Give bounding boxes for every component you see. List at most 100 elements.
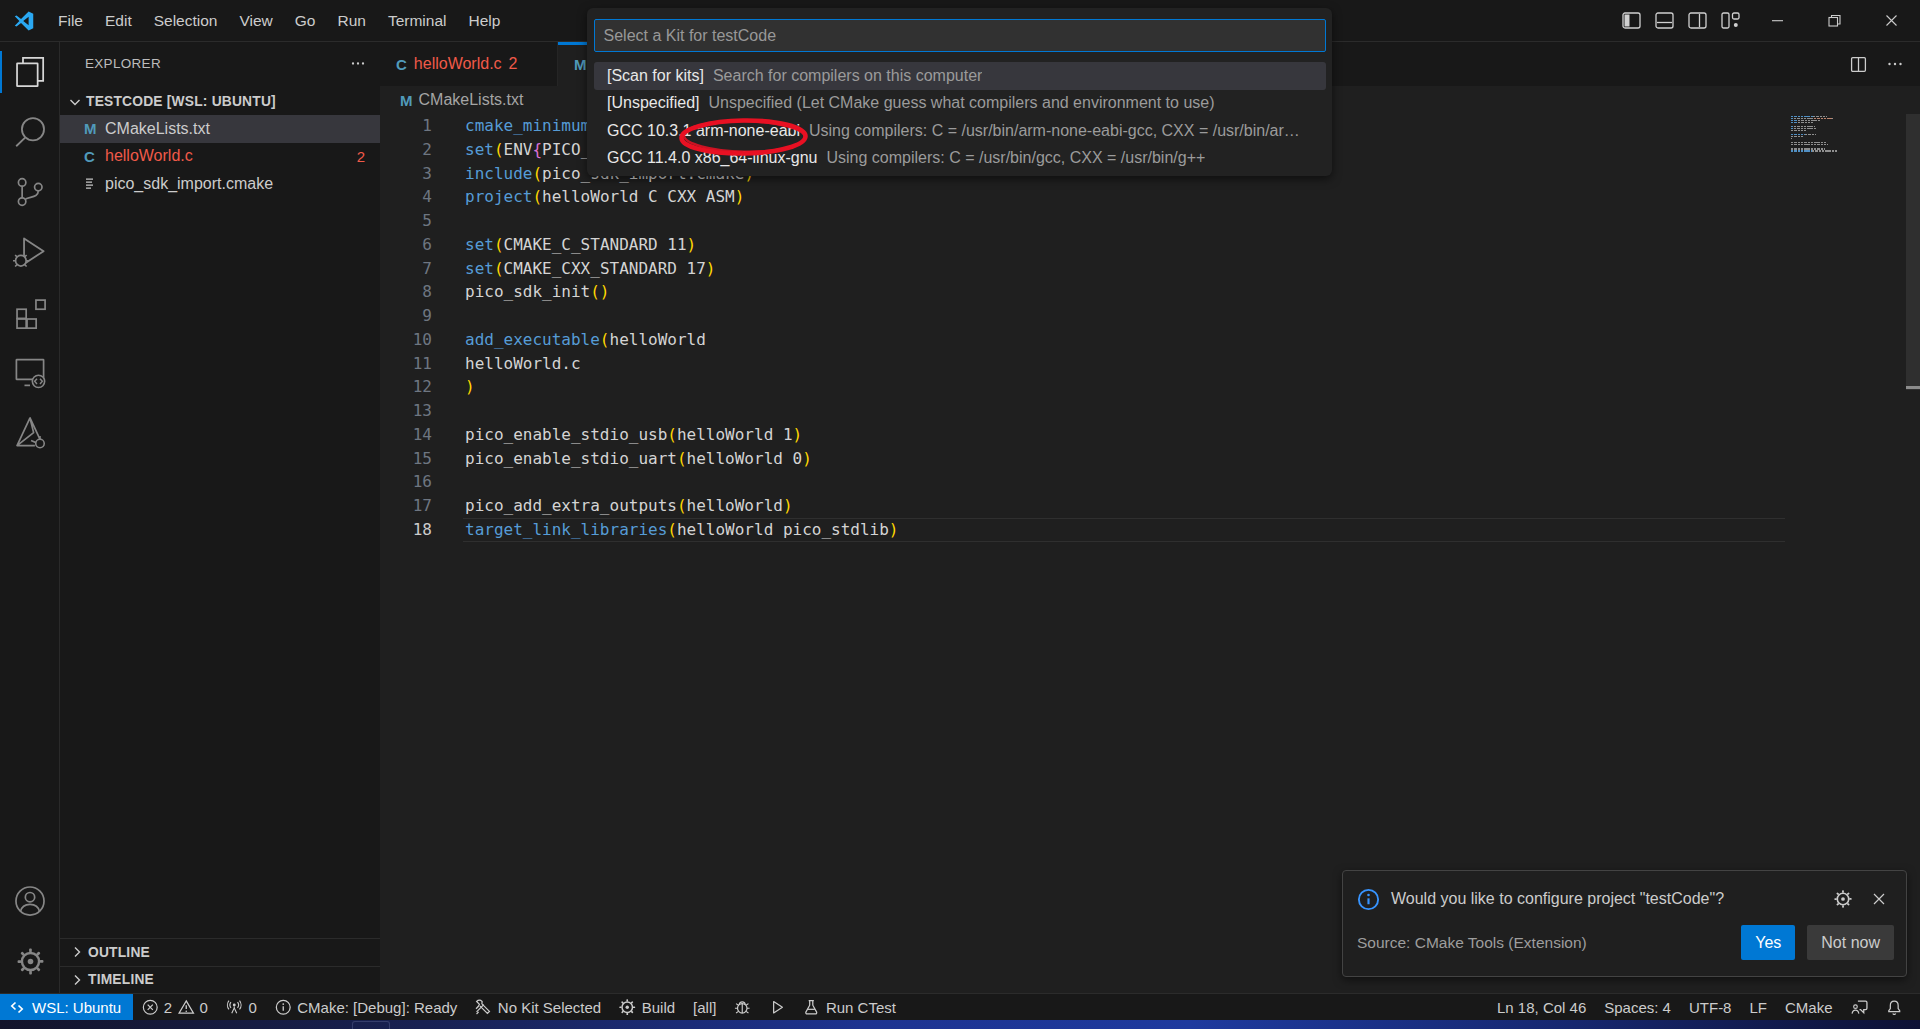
status-notifications[interactable]: [1877, 994, 1912, 1020]
activity-accounts[interactable]: [0, 871, 60, 931]
more-actions-icon[interactable]: [1887, 56, 1903, 72]
minimize-icon[interactable]: [1749, 0, 1806, 42]
quick-pick-item-description: Search for compilers on this computer: [713, 67, 982, 85]
menu-terminal[interactable]: Terminal: [377, 7, 458, 35]
menu-selection[interactable]: Selection: [143, 7, 229, 35]
file-lines-icon: [84, 176, 105, 192]
activity-source-control[interactable]: [0, 162, 60, 222]
activity-run-debug[interactable]: [0, 222, 60, 282]
line-number: 9: [380, 304, 432, 328]
search-icon: [13, 115, 47, 149]
quick-pick-item-label: [Scan for kits]: [607, 67, 704, 85]
bug-icon: [734, 999, 751, 1016]
code-line-5: 5: [380, 209, 1920, 233]
status-cmake-status[interactable]: CMake: [Debug]: Ready: [266, 994, 467, 1020]
toggle-secondary-sidebar-icon[interactable]: [1688, 12, 1707, 29]
pane-outline[interactable]: OUTLINE: [60, 938, 380, 966]
status-feedback[interactable]: [1842, 994, 1877, 1020]
status-kit[interactable]: No Kit Selected: [466, 994, 610, 1020]
problems-badge: 2: [357, 148, 365, 165]
sidebar-bottom-panes: OUTLINE TIMELINE: [60, 938, 380, 993]
activity-bar: [0, 42, 60, 993]
customize-layout-icon[interactable]: [1721, 12, 1740, 29]
file-item-helloWorld.c[interactable]: ChelloWorld.c2: [60, 143, 380, 171]
folder-section-header[interactable]: TESTCODE [WSL: UBUNTU]: [60, 88, 380, 115]
line-content: helloWorld.c: [465, 352, 581, 376]
quick-pick-item-3[interactable]: GCC 11.4.0 x86_64-linux-gnuUsing compile…: [594, 145, 1326, 173]
code-line-4: 4project(helloWorld C CXX ASM): [380, 185, 1920, 209]
status-language-mode[interactable]: CMake: [1776, 994, 1842, 1020]
notification-settings-icon[interactable]: [1834, 890, 1852, 908]
quick-pick-item-1[interactable]: [Unspecified]Unspecified (Let CMake gues…: [594, 90, 1326, 118]
status-debug-target[interactable]: [725, 994, 760, 1020]
yes-button[interactable]: Yes: [1741, 925, 1795, 960]
restore-icon[interactable]: [1806, 0, 1863, 42]
notification-close-icon[interactable]: [1871, 891, 1887, 907]
code-line-10: 10add_executable(helloWorld: [380, 328, 1920, 352]
toggle-panel-icon[interactable]: [1655, 12, 1674, 29]
line-number: 15: [380, 447, 432, 471]
minimap[interactable]: [1786, 114, 1906, 993]
activity-settings[interactable]: [0, 931, 60, 991]
file-item-CMakeLists.txt[interactable]: MCMakeLists.txt: [60, 115, 380, 143]
activity-explorer[interactable]: [0, 42, 60, 102]
tab-label: helloWorld.c: [414, 55, 502, 73]
toggle-sidebar-icon[interactable]: [1622, 12, 1641, 29]
status-indentation[interactable]: Spaces: 4: [1595, 994, 1680, 1020]
extensions-icon: [13, 295, 47, 329]
activity-cmake-tools[interactable]: [0, 402, 60, 462]
menu-go[interactable]: Go: [284, 7, 327, 35]
line-number: 2: [380, 138, 432, 162]
quick-pick-placeholder: Select a Kit for testCode: [604, 27, 777, 45]
activity-extensions[interactable]: [0, 282, 60, 342]
line-number: 12: [380, 375, 432, 399]
status-eol[interactable]: LF: [1740, 994, 1776, 1020]
menu-run[interactable]: Run: [326, 7, 376, 35]
file-item-pico_sdk_import.cmake[interactable]: pico_sdk_import.cmake: [60, 170, 380, 198]
line-number: 1: [380, 114, 432, 138]
status-build[interactable]: Build: [610, 994, 684, 1020]
quick-pick-item-2[interactable]: GCC 10.3.1 arm-none-eabiUsing compilers:…: [594, 117, 1326, 145]
tab-helloWorld.c[interactable]: ChelloWorld.c2: [380, 42, 558, 86]
menu-help[interactable]: Help: [458, 7, 512, 35]
quick-pick-widget: Select a Kit for testCode [Scan for kits…: [587, 8, 1332, 176]
status-build-target[interactable]: [all]: [684, 994, 725, 1020]
menu-file[interactable]: File: [47, 7, 94, 35]
file-type-icon: C: [84, 148, 105, 165]
editor-scrollbar[interactable]: [1906, 114, 1920, 390]
status-ports[interactable]: 0: [217, 994, 266, 1020]
status-count: 0: [200, 999, 208, 1016]
status-launch[interactable]: [760, 994, 795, 1020]
pane-label: OUTLINE: [88, 945, 150, 960]
vscode-logo-icon: [13, 10, 35, 32]
status-ctest[interactable]: Run CTest: [794, 994, 905, 1020]
status-problems[interactable]: 20: [133, 994, 217, 1020]
status-encoding[interactable]: UTF-8: [1680, 994, 1741, 1020]
chevron-right-icon: [66, 972, 88, 988]
line-content: add_executable(helloWorld: [465, 328, 706, 352]
code-line-6: 6set(CMAKE_C_STANDARD 11): [380, 233, 1920, 257]
activity-search[interactable]: [0, 102, 60, 162]
code-editor[interactable]: 1cmake_minimum2set(ENV{PICO_3include(pic…: [380, 114, 1920, 993]
sidebar-title: EXPLORER: [85, 56, 161, 71]
quick-pick-item-0[interactable]: [Scan for kits] Search for compilers on t…: [594, 62, 1326, 90]
activity-remote-explorer[interactable]: [0, 342, 60, 402]
line-content: pico_enable_stdio_uart(helloWorld 0): [465, 447, 812, 471]
overview-ruler-cursor-mark: [1906, 386, 1920, 389]
file-type-icon: M: [84, 120, 105, 137]
status-cursor-position[interactable]: Ln 18, Col 46: [1488, 994, 1595, 1020]
status-label: 0: [248, 999, 256, 1016]
close-icon[interactable]: [1863, 0, 1920, 42]
not-now-button[interactable]: Not now: [1807, 925, 1894, 960]
pane-timeline[interactable]: TIMELINE: [60, 966, 380, 994]
menu-edit[interactable]: Edit: [94, 7, 143, 35]
line-content: pico_sdk_init(): [465, 280, 610, 304]
status-remote[interactable]: WSL: Ubuntu: [0, 994, 133, 1020]
remote-explorer-icon: [13, 355, 47, 389]
code-line-9: 9: [380, 304, 1920, 328]
quick-pick-input[interactable]: Select a Kit for testCode: [594, 19, 1326, 52]
split-editor-icon[interactable]: [1850, 56, 1867, 73]
editor-area: ChelloWorld.c2MCMakeLists.txt M CMakeLis…: [380, 42, 1920, 993]
explorer-more-actions-icon[interactable]: [350, 55, 366, 71]
menu-view[interactable]: View: [228, 7, 283, 35]
